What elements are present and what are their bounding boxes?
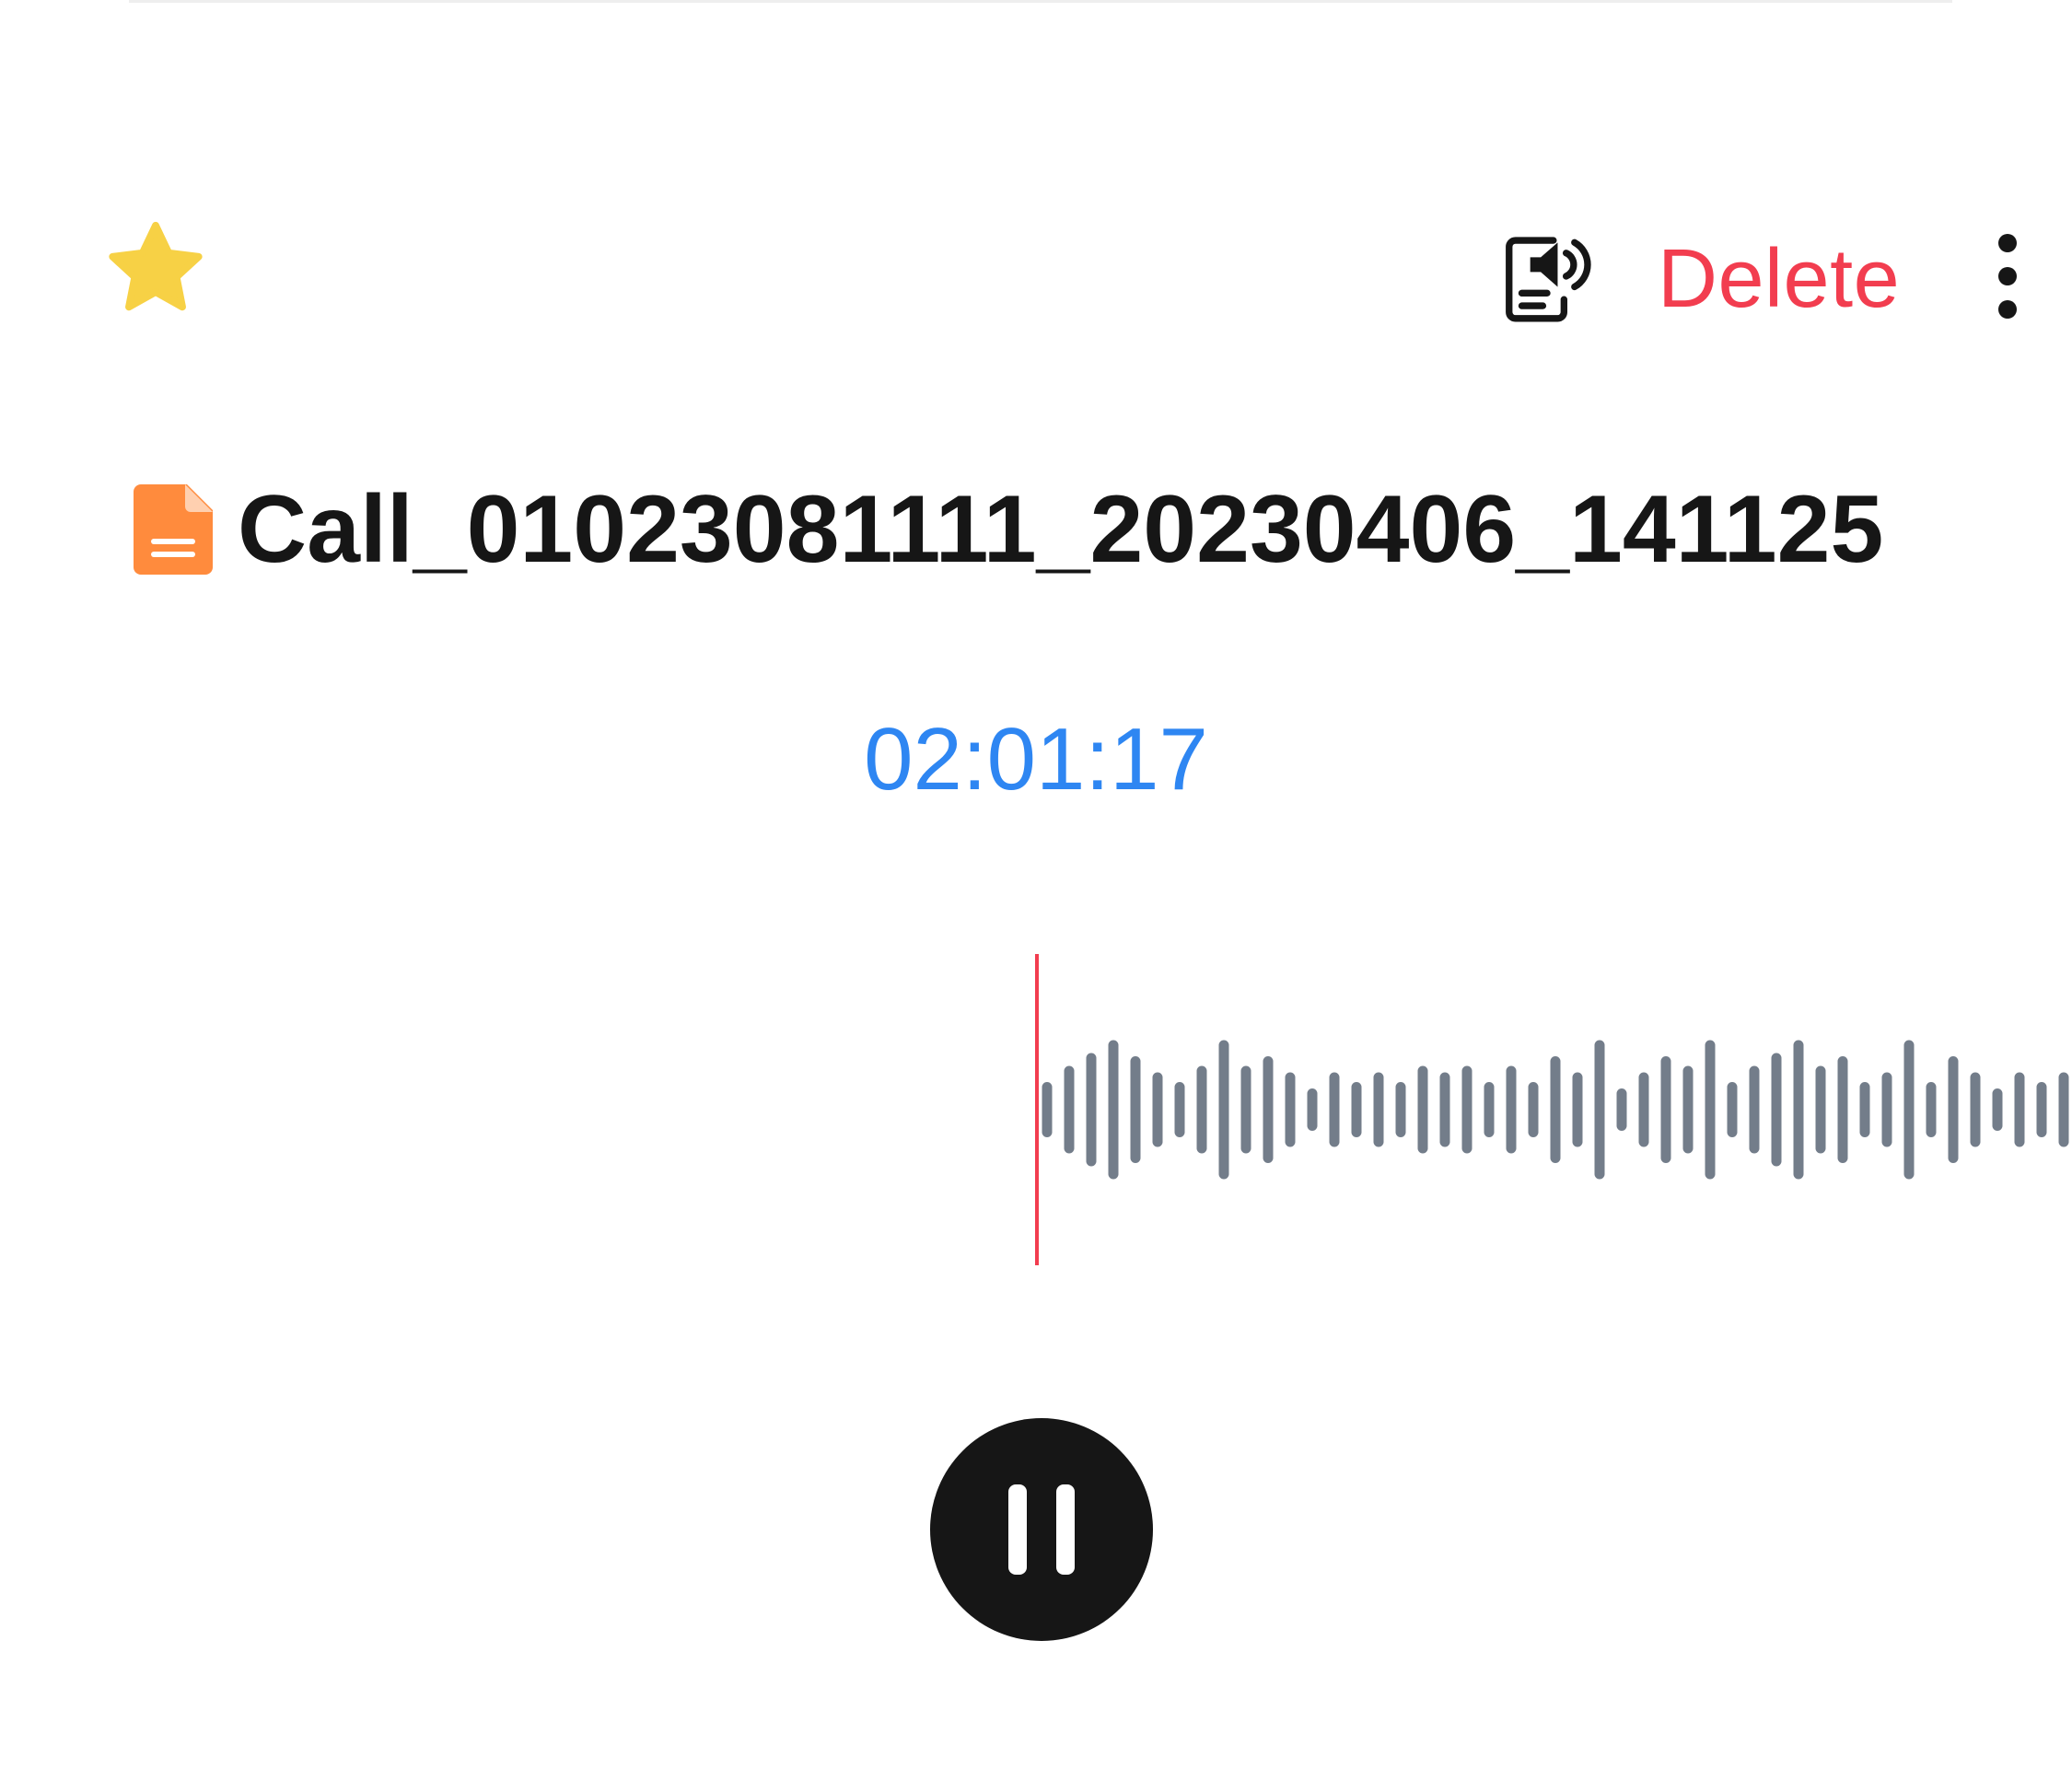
more-options-button[interactable] xyxy=(1971,221,2044,332)
document-icon xyxy=(129,482,217,577)
recording-title-row: Call_01023081111_20230406_141125 xyxy=(129,474,1971,585)
more-vertical-icon xyxy=(1998,234,2017,319)
delete-button[interactable]: Delete xyxy=(1658,228,1900,330)
elapsed-time: 02:01:17 xyxy=(864,710,1208,809)
favorite-button[interactable] xyxy=(99,214,212,326)
pause-icon xyxy=(1008,1484,1075,1575)
star-icon xyxy=(109,221,203,311)
playhead[interactable] xyxy=(1035,954,1039,1265)
transcript-button[interactable] xyxy=(1492,221,1602,332)
top-divider xyxy=(129,0,1952,3)
pause-button[interactable] xyxy=(930,1418,1153,1641)
speech-document-icon xyxy=(1506,237,1591,322)
recording-file-name: Call_01023081111_20230406_141125 xyxy=(238,475,1884,583)
